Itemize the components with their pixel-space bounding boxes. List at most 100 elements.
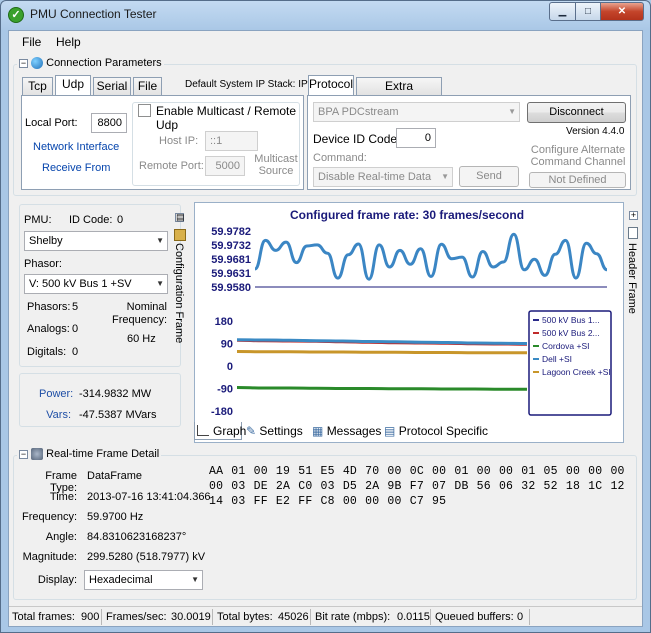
app-check-icon: ✓ [8, 7, 24, 23]
display-label: Display: [37, 574, 77, 586]
enable-multicast-checkbox[interactable] [138, 104, 151, 117]
y-tick-label: 59.9681 [211, 254, 251, 266]
phasor-select-value: V: 500 kV Bus 1 +SV [29, 278, 132, 290]
magnitude-value: 299.5280 (518.7977) kV [87, 551, 206, 563]
tab-protocol[interactable]: Protocol [308, 75, 354, 95]
total-frames-label: Total frames: [12, 611, 75, 623]
command-label: Command: [313, 152, 367, 164]
power-value: -314.9832 MW [79, 388, 152, 400]
udp-tab-panel: Local Port: 8800 Network Interface Recei… [21, 95, 304, 190]
tab-serial[interactable]: Serial [93, 77, 131, 95]
queued-buffers-value: 0 [517, 611, 524, 623]
status-divider [310, 609, 311, 625]
series-line [236, 350, 527, 355]
alternate-channel-button[interactable]: Not Defined [529, 172, 626, 188]
ip-stack-label: Default System IP Stack: IPv6 [185, 79, 319, 90]
analogs-value: 0 [72, 323, 79, 335]
remote-port-label: Remote Port: [139, 160, 204, 172]
send-button[interactable]: Send [459, 166, 519, 187]
menu-file[interactable]: File [22, 35, 41, 49]
tab-messages[interactable]: ▦ Messages [312, 424, 384, 438]
digitals-value: 0 [72, 346, 79, 358]
graph-icon [197, 425, 209, 436]
frequency-value: 59.9700 Hz [87, 511, 144, 523]
total-frames-value: 900 [81, 611, 100, 623]
id-code-label: ID Code: [69, 214, 113, 226]
globe-icon [31, 57, 44, 70]
phase-angle-chart: 180 90 0 -90 -180 500 kV Bus 1... 500 kV Bus 2… [211, 310, 612, 418]
tab-settings[interactable]: ✎ Settings [246, 424, 306, 438]
legend-entry: 500 kV Bus 2... [542, 328, 600, 338]
y-tick-label: 90 [221, 339, 233, 351]
chart-legend: 500 kV Bus 1... 500 kV Bus 2... Cordova +S… [528, 310, 612, 416]
time-value: 2013-07-16 13:41:04.366 [87, 491, 211, 503]
network-interface-link[interactable]: Network Interface [33, 141, 119, 153]
power-label: Power: [39, 388, 74, 400]
nominal-frequency-label: Nominal Frequency: [112, 301, 168, 326]
phasors-value: 5 [72, 301, 79, 313]
tab-messages-label: Messages [326, 424, 382, 438]
collapse-connection-button[interactable]: − [19, 58, 28, 68]
header-frame-toggle[interactable]: + [629, 211, 638, 220]
chevron-down-icon: ▼ [508, 107, 516, 116]
menu-help[interactable]: Help [56, 35, 81, 49]
config-frame-toggle[interactable]: ▤ [175, 213, 185, 222]
protocol-select-value: BPA PDCstream [318, 106, 399, 118]
tab-extra-parameters[interactable]: Extra Parameters [356, 77, 442, 110]
configuration-frame-tab[interactable]: Configuration Frame [173, 243, 185, 343]
collapse-realtime-button[interactable]: − [19, 449, 28, 459]
digitals-label: Digitals: [27, 346, 67, 358]
display-select-value: Hexadecimal [89, 574, 153, 586]
maximize-button[interactable]: □ [575, 2, 601, 21]
status-divider [212, 609, 213, 625]
phasor-select[interactable]: V: 500 kV Bus 1 +SV ▼ [24, 274, 168, 294]
display-select[interactable]: Hexadecimal ▼ [84, 570, 203, 590]
bitrate-value: 0.0115 [397, 611, 430, 623]
tab-udp[interactable]: Udp [55, 75, 91, 95]
tab-file[interactable]: File [133, 77, 162, 95]
config-frame-icon [174, 229, 186, 241]
graph-panel: Configured frame rate: 30 frames/second … [194, 202, 624, 443]
phasor-label: Phasor: [24, 258, 62, 270]
command-select[interactable]: Disable Real-time Data ▼ [313, 167, 453, 187]
local-port-input[interactable]: 8800 [91, 113, 127, 133]
tab-settings-label: Settings [259, 424, 303, 438]
series-line [254, 232, 608, 281]
minimize-button[interactable]: ▁ [549, 2, 576, 21]
tab-graph[interactable]: Graph [194, 422, 246, 440]
host-ip-input[interactable]: ::1 [205, 131, 258, 151]
tab-protocol-specific[interactable]: ▤ Protocol Specific [384, 424, 494, 438]
device-id-input[interactable]: 0 [396, 128, 436, 148]
fps-value: 30.0019 [171, 611, 211, 623]
disconnect-button[interactable]: Disconnect [527, 102, 626, 123]
header-frame-tab[interactable]: Header Frame [626, 243, 638, 314]
close-button[interactable]: ✕ [600, 2, 644, 21]
messages-icon: ▦ [312, 424, 324, 438]
realtime-title: Real-time Frame Detail [46, 448, 160, 460]
y-tick-label: 59.9732 [211, 240, 251, 252]
window-title: PMU Connection Tester [30, 7, 157, 21]
pmu-label: PMU: [24, 214, 52, 226]
legend-entry: Dell +SI [542, 354, 572, 364]
id-code-value: 0 [117, 214, 124, 226]
series-line [236, 338, 528, 345]
chevron-down-icon: ▼ [441, 172, 449, 181]
protocol-tab-panel: BPA PDCstream ▼ Device ID Code: 0 Command… [307, 95, 631, 190]
chevron-down-icon: ▼ [191, 575, 199, 584]
tab-tcp[interactable]: Tcp [22, 77, 53, 95]
tab-protocol-specific-label: Protocol Specific [398, 424, 489, 438]
phasors-label: Phasors: [27, 301, 71, 313]
protocol-specific-icon: ▤ [384, 424, 396, 438]
nominal-frequency-value: 60 Hz [127, 333, 156, 345]
realtime-header: − Real-time Frame Detail [17, 448, 162, 461]
app-window: ✓ PMU Connection Tester ▁ □ ✕ File Help … [0, 0, 651, 633]
remote-port-input[interactable]: 5000 [205, 156, 245, 176]
menu-bar: File Help [9, 31, 642, 51]
client-area: File Help − Connection Parameters Tcp Ud… [8, 30, 643, 627]
angle-label: Angle: [45, 531, 77, 543]
device-id-label: Device ID Code: [313, 132, 401, 146]
receive-from-link[interactable]: Receive From [42, 162, 110, 174]
pmu-select[interactable]: Shelby ▼ [24, 231, 168, 251]
protocol-select[interactable]: BPA PDCstream ▼ [313, 102, 520, 122]
local-port-label: Local Port: [25, 117, 78, 129]
